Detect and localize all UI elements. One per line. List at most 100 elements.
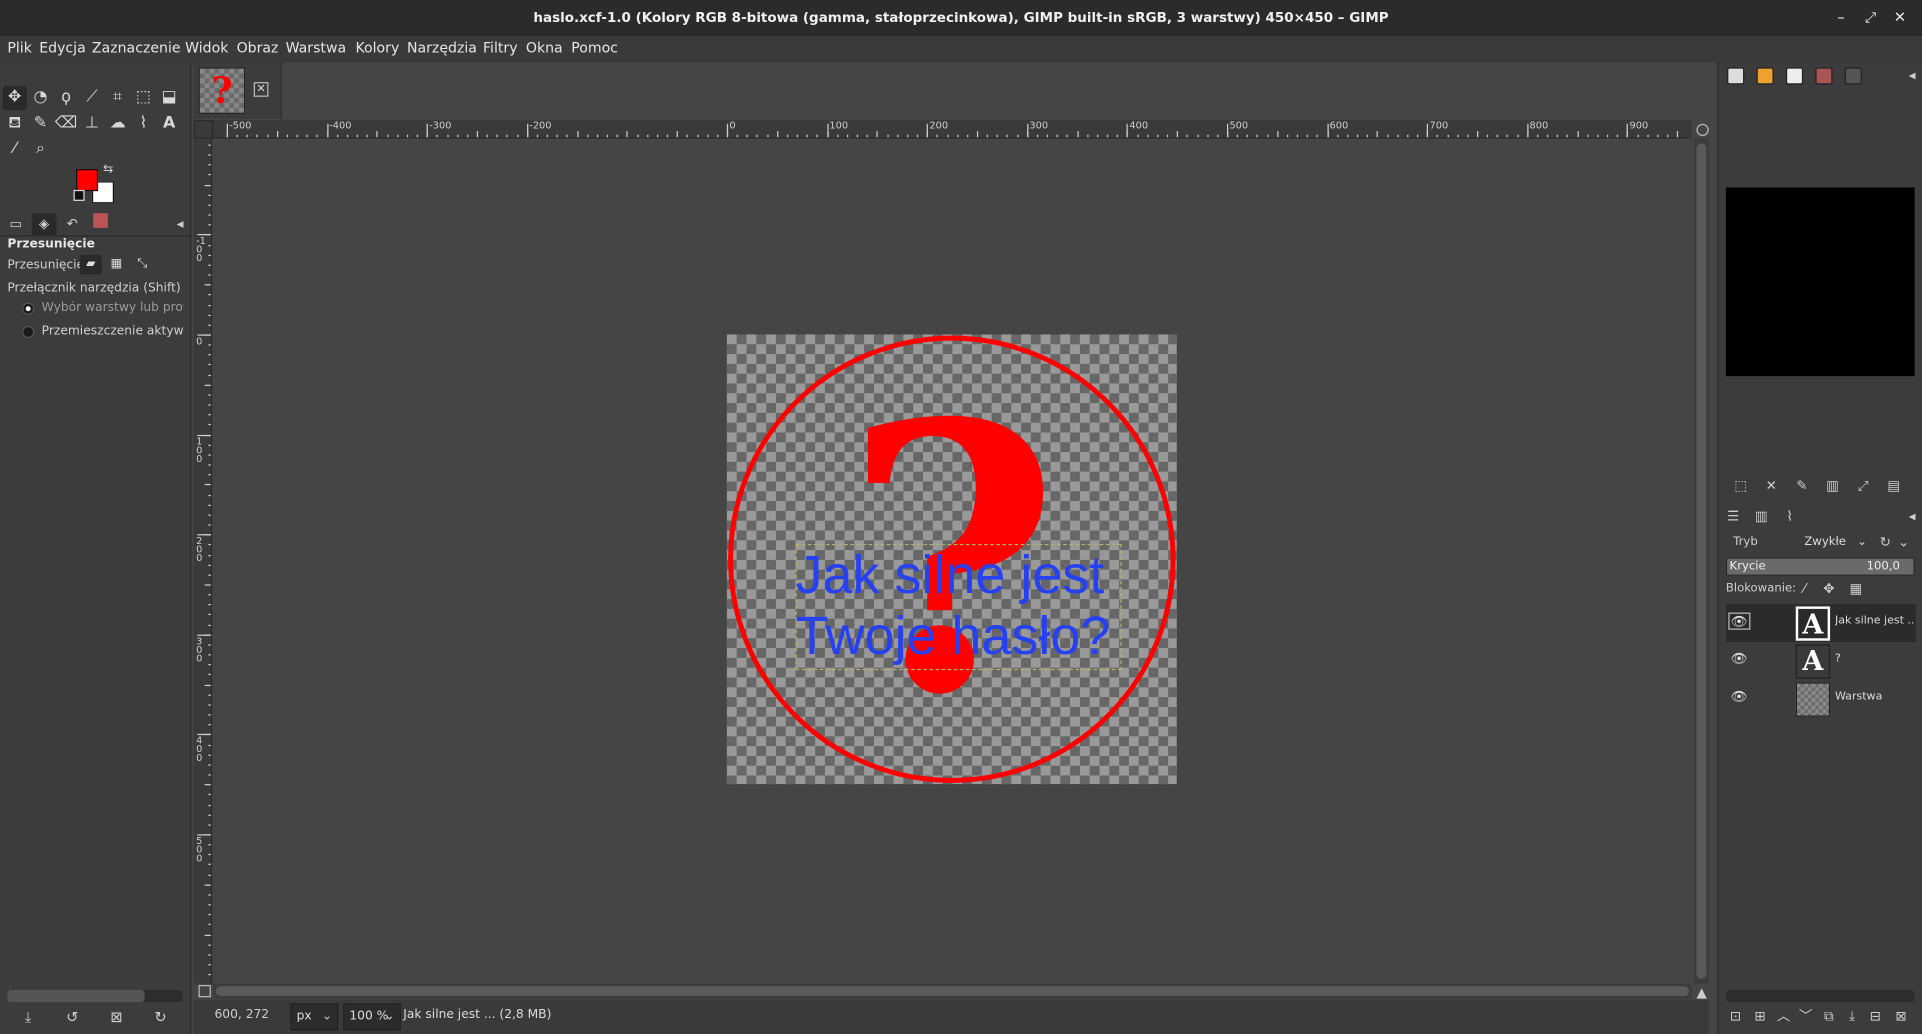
move-tool-icon[interactable]: ✥: [2, 85, 27, 111]
paths-icon[interactable]: ⌇: [131, 111, 156, 136]
brushes-tab-icon[interactable]: [1727, 67, 1745, 85]
text-tool-icon[interactable]: A: [157, 111, 182, 136]
layer-row[interactable]: 👁 A Jak silne jest ...: [1725, 603, 1916, 642]
new-layer-group-icon[interactable]: ⊡: [1726, 1007, 1746, 1027]
radio-pick-layer[interactable]: [22, 302, 35, 315]
lower-layer-icon[interactable]: ﹀: [1796, 1007, 1816, 1027]
move-layer-icon[interactable]: ▰: [79, 254, 102, 275]
menu-edycja[interactable]: Edycja: [39, 39, 86, 56]
menu-kolory[interactable]: Kolory: [355, 39, 399, 56]
menu-narzedzia[interactable]: Narzędzia: [407, 39, 477, 56]
images-tab-icon[interactable]: [1815, 67, 1833, 85]
quick-mask-icon[interactable]: [198, 984, 211, 998]
new-layer-icon[interactable]: ⊞: [1750, 1007, 1770, 1027]
crop-icon[interactable]: ⌗: [105, 86, 130, 111]
ellipse-select-icon[interactable]: ◔: [28, 86, 53, 111]
visibility-eye-icon[interactable]: 👁: [1731, 651, 1748, 667]
visibility-eye-icon[interactable]: 👁: [1728, 612, 1751, 630]
toolbox-scrollbar[interactable]: [7, 989, 183, 1003]
zoom-select[interactable]: 100 % ⌄: [343, 1003, 401, 1031]
link-icon[interactable]: ⤢: [1853, 477, 1873, 497]
menu-okna[interactable]: Okna: [526, 39, 563, 56]
lock-alpha-icon[interactable]: ▦: [1846, 579, 1866, 599]
foreground-color-swatch[interactable]: [75, 169, 99, 192]
layers-scrollbar[interactable]: [1725, 989, 1915, 1003]
delete-options-icon[interactable]: ⊠: [105, 1006, 127, 1028]
vertical-ruler[interactable]: -100 0 100 200 300 400 500: [193, 138, 213, 984]
channels-tab-icon[interactable]: ▥: [1752, 507, 1772, 527]
move-path-icon[interactable]: ⤡: [131, 255, 153, 275]
radio-move-active[interactable]: [22, 325, 35, 339]
move-selection-icon[interactable]: ▦: [105, 255, 127, 275]
undo-history-tab-icon[interactable]: ↶: [60, 213, 85, 235]
delete-layer-icon[interactable]: ⊠: [1891, 1007, 1911, 1027]
clone-icon[interactable]: ⊥: [80, 111, 105, 136]
reset-colors-icon[interactable]: [73, 189, 85, 201]
columns-icon[interactable]: ▥: [1823, 477, 1843, 497]
image-canvas[interactable]: ? Jak silne jest Twoje hasło?: [726, 334, 1177, 785]
patterns-tab-icon[interactable]: [1756, 67, 1774, 85]
zoom-follow-icon[interactable]: [1696, 123, 1709, 136]
vertical-scrollbar[interactable]: [1694, 138, 1709, 984]
close-icon[interactable]: ✕: [1890, 7, 1910, 27]
canvas-area[interactable]: ? Jak silne jest Twoje hasło?: [213, 138, 1692, 984]
navigate-icon[interactable]: ▲: [1696, 985, 1706, 1001]
ruler-corner-icon[interactable]: [193, 120, 214, 139]
smudge-icon[interactable]: ☁: [105, 111, 130, 136]
maximize-icon[interactable]: ⤢: [1861, 7, 1881, 27]
horizontal-ruler[interactable]: -500 -400 -300 -200 0 100 200 300 400 500 600 700 80…: [213, 120, 1692, 139]
mode-select[interactable]: Zwykłe ⌄: [1799, 530, 1870, 553]
configure-tab-icon[interactable]: ◂: [168, 213, 193, 235]
mode-reset-icon[interactable]: ↻: [1875, 533, 1895, 553]
menu-plik[interactable]: Plik: [7, 39, 32, 56]
device-status-tab-icon[interactable]: ◈: [31, 213, 57, 236]
transform-icon[interactable]: ⬚: [131, 86, 156, 111]
save-options-icon[interactable]: ⤓: [17, 1006, 39, 1028]
document-history-tab-icon[interactable]: [1844, 67, 1862, 85]
document-icon[interactable]: ▤: [1884, 477, 1904, 497]
menu-obraz[interactable]: Obraz: [237, 39, 279, 56]
horizontal-scrollbar[interactable]: [213, 983, 1692, 999]
fonts-tab-icon[interactable]: [1785, 67, 1804, 85]
select-all-icon[interactable]: ⬚: [1731, 477, 1751, 497]
minimize-icon[interactable]: –: [1831, 7, 1851, 27]
restore-options-icon[interactable]: ↺: [61, 1006, 83, 1028]
mask-icon[interactable]: ⊟: [1866, 1007, 1886, 1027]
visibility-eye-icon[interactable]: 👁: [1731, 689, 1748, 705]
image-tab[interactable]: ? ✕: [193, 62, 282, 119]
swap-colors-icon[interactable]: ⇆: [103, 163, 113, 176]
raise-layer-icon[interactable]: ︿: [1774, 1007, 1794, 1027]
zoom-tool-icon[interactable]: ⌕: [28, 137, 53, 162]
duplicate-layer-icon[interactable]: ⧉: [1819, 1007, 1839, 1027]
paths-tab-icon[interactable]: ⌇: [1780, 507, 1800, 527]
menu-filtry[interactable]: Filtry: [483, 39, 518, 56]
free-select-icon[interactable]: ϙ: [54, 86, 79, 111]
menu-widok[interactable]: Widok: [185, 39, 228, 56]
edit-icon[interactable]: ✎: [1792, 477, 1812, 497]
dock-menu-icon-2[interactable]: ◂: [1902, 507, 1922, 527]
unit-select[interactable]: px ⌄: [290, 1003, 339, 1031]
chevron-down-icon[interactable]: ⌄: [1894, 533, 1914, 553]
images-tab-icon[interactable]: [88, 213, 113, 235]
layer-row[interactable]: 👁 A ?: [1726, 642, 1916, 680]
dock-menu-icon[interactable]: ◂: [1902, 66, 1922, 86]
bucket-fill-icon[interactable]: ⛾: [2, 111, 27, 136]
layers-tab-icon[interactable]: ☰: [1723, 507, 1743, 527]
opacity-slider[interactable]: Krycie 100,0: [1725, 557, 1915, 576]
eraser-icon[interactable]: ⌫: [54, 111, 79, 136]
menu-pomoc[interactable]: Pomoc: [571, 39, 618, 56]
lock-pixels-icon[interactable]: ⁄: [1795, 579, 1815, 599]
menu-warstwa[interactable]: Warstwa: [286, 39, 347, 56]
clear-icon[interactable]: ✕: [1761, 477, 1781, 497]
color-picker-icon[interactable]: ⁄: [2, 137, 27, 162]
fuzzy-select-icon[interactable]: ⟋: [80, 86, 105, 111]
warp-icon[interactable]: ⬓: [157, 86, 182, 111]
reset-options-icon[interactable]: ↻: [150, 1006, 172, 1028]
menu-zaznaczenie[interactable]: Zaznaczenie: [92, 39, 181, 56]
merge-down-icon[interactable]: ⤓: [1842, 1007, 1862, 1027]
paintbrush-icon[interactable]: ✎: [28, 111, 53, 136]
close-tab-icon[interactable]: ✕: [253, 82, 269, 97]
tool-options-tab-icon[interactable]: ▭: [4, 213, 29, 235]
layer-row[interactable]: 👁 Warstwa: [1726, 680, 1916, 718]
lock-position-icon[interactable]: ✥: [1819, 579, 1839, 599]
